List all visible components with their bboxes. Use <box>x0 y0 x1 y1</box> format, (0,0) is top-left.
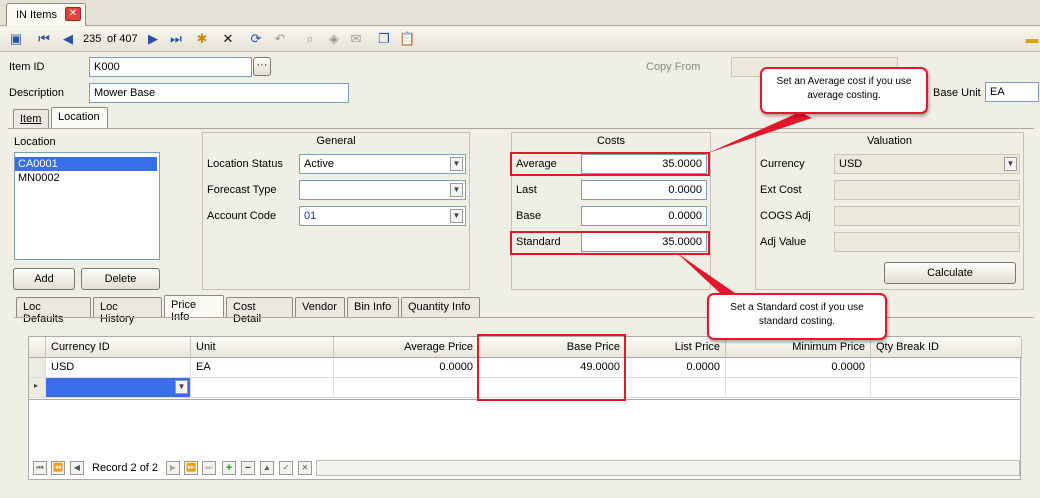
average-cost-callout: Set an Average cost if you use average c… <box>760 67 928 114</box>
average-callout-pointer <box>708 112 812 153</box>
standard-cost-callout: Set a Standard cost if you use standard … <box>707 293 887 340</box>
